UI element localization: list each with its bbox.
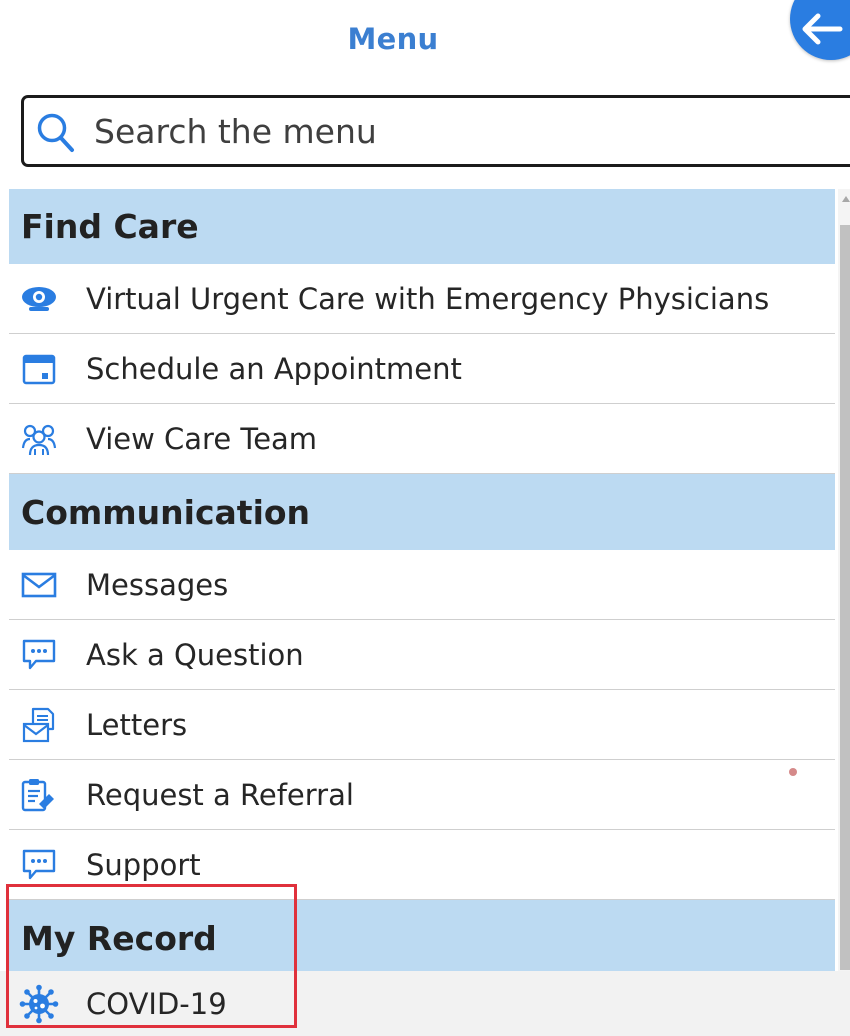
menu-item-label: Virtual Urgent Care with Emergency Physi… [86,281,770,316]
menu-item-letters[interactable]: Letters [9,690,835,760]
menu-item-label: COVID-19 [86,986,227,1021]
chat-bubble-icon [17,635,61,675]
section-header-find-care: Find Care [9,189,835,264]
section-title: Find Care [21,207,199,246]
search-box [21,95,850,167]
menu-item-request-referral[interactable]: Request a Referral [9,760,835,830]
section-header-my-record: My Record [9,900,835,976]
section-title: Communication [21,492,311,532]
section-title: My Record [21,918,217,958]
calendar-icon [17,349,61,389]
menu-item-view-care-team[interactable]: View Care Team [9,404,835,474]
menu-header: Menu [0,0,850,82]
menu-item-label: View Care Team [86,421,318,456]
back-button[interactable] [790,0,850,60]
webcam-icon [17,279,61,319]
menu-item-virtual-urgent-care[interactable]: Virtual Urgent Care with Emergency Physi… [9,264,835,334]
menu-item-ask-question[interactable]: Ask a Question [9,620,835,690]
menu-item-schedule-appointment[interactable]: Schedule an Appointment [9,334,835,404]
menu-item-label: Support [86,847,201,882]
menu-item-messages[interactable]: Messages [9,550,835,620]
search-input[interactable] [94,98,834,164]
referral-clipboard-icon [17,775,61,815]
menu-list: Find Care Virtual Urgent Care with Emerg… [9,189,835,976]
menu-item-label: Request a Referral [86,777,354,812]
letters-icon [17,705,61,745]
envelope-icon [17,565,61,605]
page-title: Menu [347,22,439,56]
care-team-icon [17,419,61,459]
menu-item-label: Schedule an Appointment [86,351,462,386]
search-icon [37,113,74,152]
virus-icon [17,984,61,1024]
menu-item-support[interactable]: Support [9,830,835,900]
menu-item-label: Ask a Question [86,637,304,672]
menu-item-covid-19[interactable]: COVID-19 [9,971,835,1036]
section-header-communication: Communication [9,474,835,550]
arrow-left-icon [802,13,843,45]
menu-item-label: Messages [86,567,229,602]
menu-item-label: Letters [86,707,188,742]
scrollbar-thumb[interactable] [840,225,850,970]
notification-dot [789,768,797,776]
support-chat-icon [17,845,61,885]
scroll-up-arrow[interactable] [842,196,850,202]
